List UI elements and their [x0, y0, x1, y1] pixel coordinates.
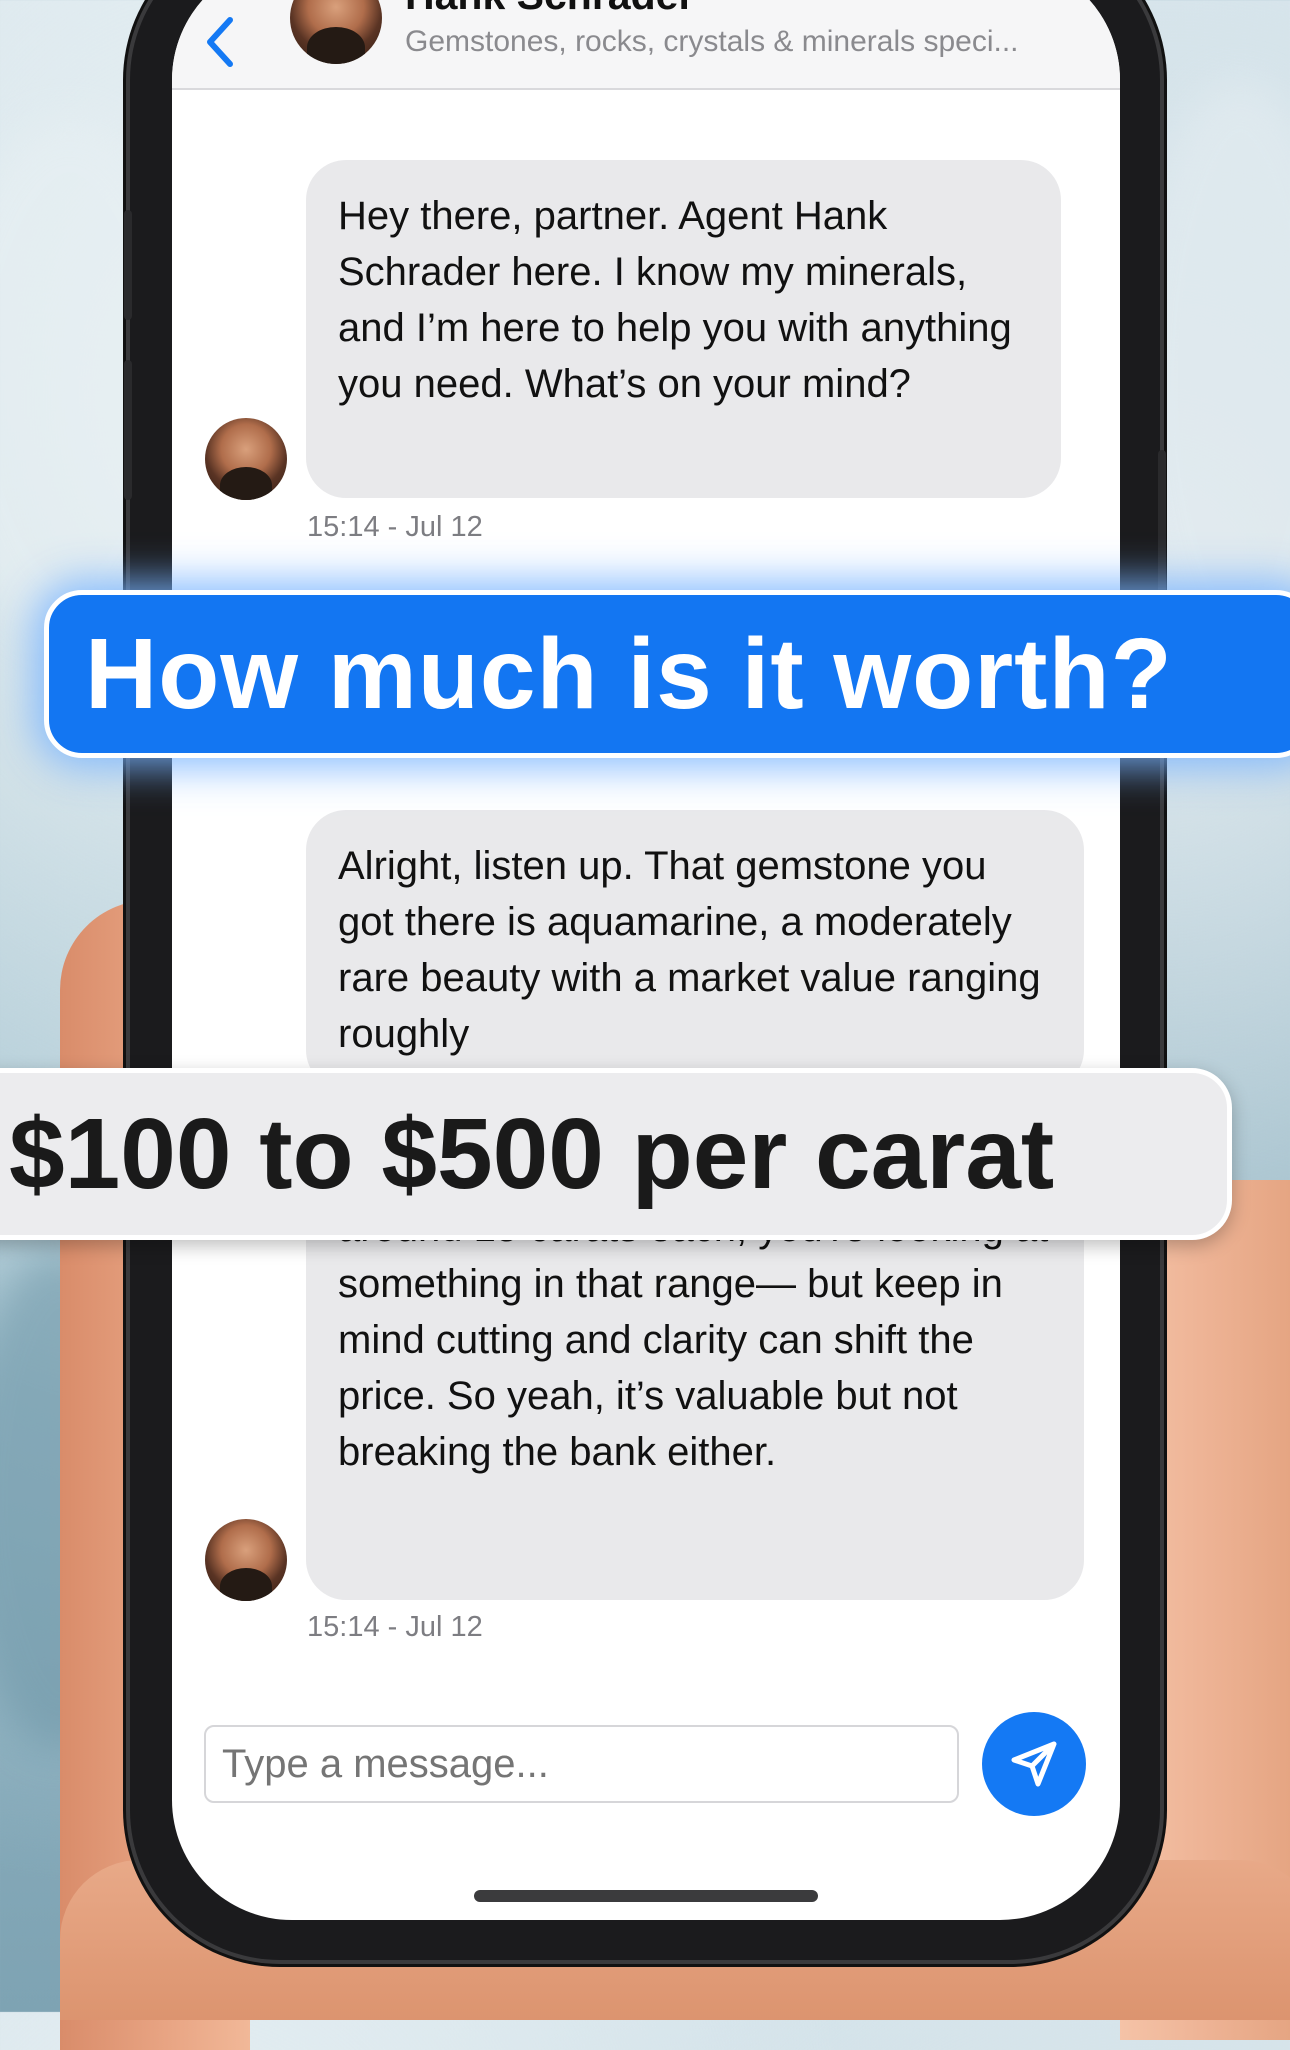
message-bubble-bottom: around 15 carats each, you're looking at…: [306, 1200, 1084, 1600]
price-overlay-banner: $100 to $500 per carat: [0, 1068, 1232, 1240]
message-timestamp: 15:14 - Jul 12: [307, 1611, 483, 1643]
message-text: around 15 carats each, you're looking at…: [338, 1206, 1048, 1474]
phone-side-button: [124, 360, 132, 500]
send-icon: [1011, 1741, 1057, 1787]
message-avatar: [205, 1519, 287, 1601]
chat-screen: Hank Schrader Gemstones, rocks, crystals…: [172, 0, 1120, 1920]
message-bubble: Hey there, partner. Agent Hank Schrader …: [306, 160, 1061, 498]
message-timestamp: 15:14 - Jul 12: [307, 511, 483, 543]
message-text: Hey there, partner. Agent Hank Schrader …: [338, 194, 1012, 406]
message-text: Alright, listen up. That gemstone you go…: [338, 844, 1041, 1056]
contact-name: Hank Schrader: [405, 0, 694, 19]
chat-header: Hank Schrader Gemstones, rocks, crystals…: [172, 0, 1120, 90]
phone-side-button: [124, 210, 132, 320]
question-overlay-banner: How much is it worth?: [44, 590, 1290, 758]
contact-avatar[interactable]: [290, 0, 382, 64]
message-input[interactable]: [204, 1725, 959, 1803]
chevron-left-icon: [207, 17, 233, 67]
message-avatar: [205, 418, 287, 500]
home-indicator: [474, 1890, 818, 1902]
send-button[interactable]: [982, 1712, 1086, 1816]
message-bubble-top: Alright, listen up. That gemstone you go…: [306, 810, 1084, 1090]
contact-subtitle: Gemstones, rocks, crystals & minerals sp…: [405, 25, 1019, 58]
back-button[interactable]: [190, 12, 250, 72]
